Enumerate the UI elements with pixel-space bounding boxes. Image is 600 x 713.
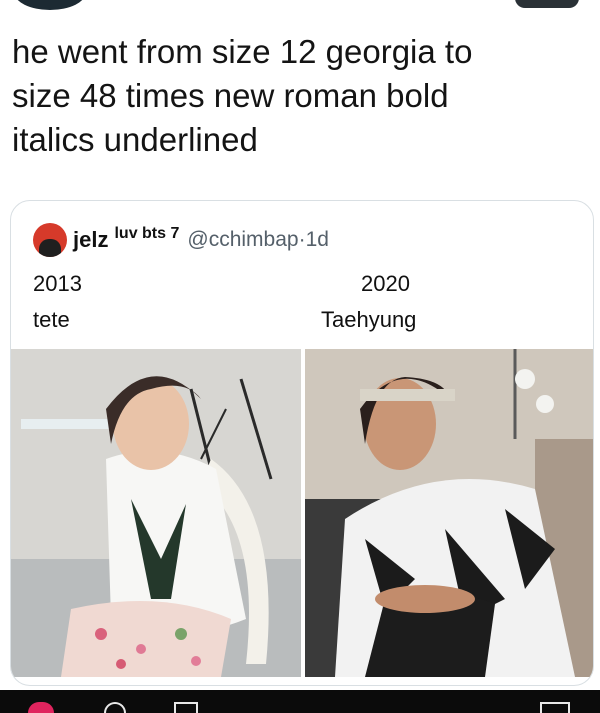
quoted-tweet[interactable]: jelz luv bts 7 @cchimbap · 1d 2013 tete …: [10, 200, 594, 686]
quoted-tweet-header: jelz luv bts 7 @cchimbap · 1d: [33, 223, 329, 257]
tweet-text: he went from size 12 georgia to size 48 …: [12, 33, 473, 158]
caption-right-year: 2020: [361, 271, 410, 296]
author-avatar[interactable]: [14, 0, 86, 10]
caption-left-year: 2013: [33, 271, 82, 296]
more-options-button[interactable]: [515, 0, 579, 8]
caption-right-name: Taehyung: [321, 307, 417, 332]
quoted-display-name[interactable]: jelz: [73, 227, 108, 253]
action-bar: [0, 690, 600, 713]
quoted-separator: ·: [298, 228, 306, 251]
photo-left[interactable]: [11, 349, 301, 677]
retweet-icon[interactable]: [174, 702, 198, 713]
share-icon[interactable]: [540, 702, 570, 713]
heart-icon[interactable]: [28, 702, 54, 713]
quoted-timestamp[interactable]: 1d: [306, 228, 329, 252]
quoted-avatar[interactable]: [33, 223, 67, 257]
comment-icon[interactable]: [104, 702, 126, 713]
photo-right[interactable]: [305, 349, 593, 677]
quoted-name-suffix: luv bts 7: [114, 225, 180, 242]
caption-left-name: tete: [33, 307, 70, 332]
quoted-handle[interactable]: @cchimbap: [187, 228, 298, 252]
